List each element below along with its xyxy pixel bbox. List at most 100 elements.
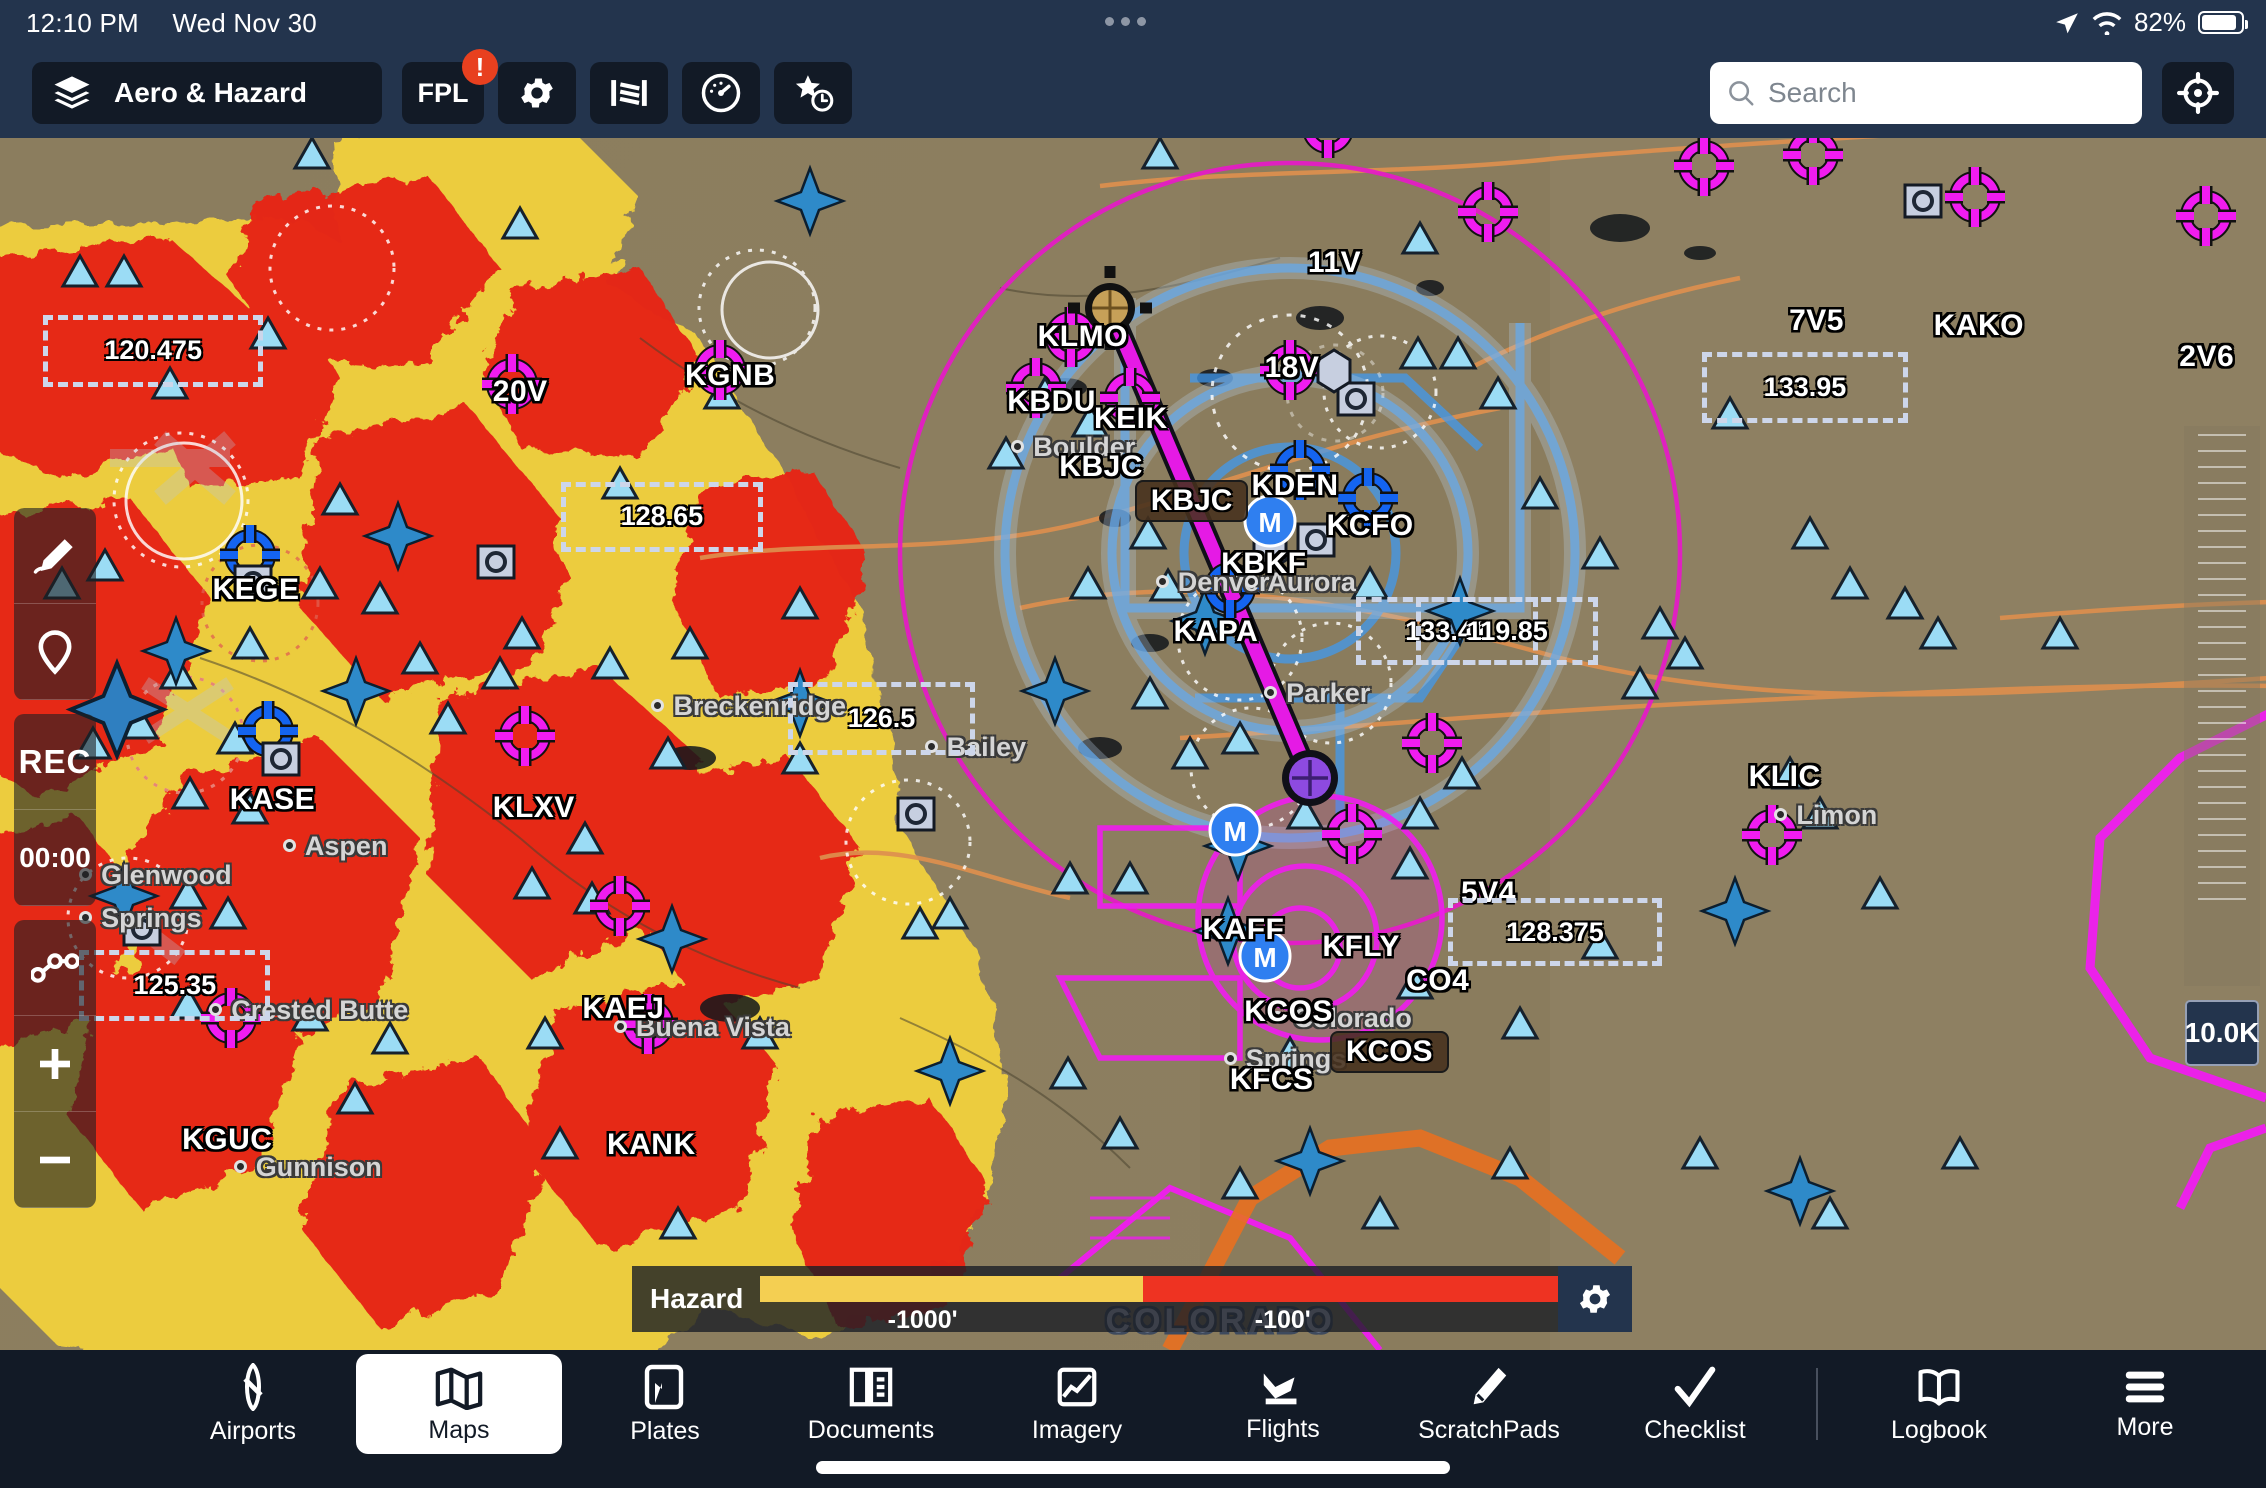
altitude-tick xyxy=(2198,770,2246,772)
tab-imagery[interactable]: Imagery xyxy=(974,1354,1180,1454)
airport-label[interactable]: 20V xyxy=(493,375,548,409)
altitude-tick xyxy=(2198,514,2246,516)
pencil-icon xyxy=(1467,1364,1511,1410)
status-bar-right: 82% xyxy=(2054,7,2248,38)
zoom-out-button[interactable] xyxy=(14,1112,96,1208)
airport-label[interactable]: KBJC xyxy=(1059,450,1143,484)
waypoint-callout[interactable]: KCOS xyxy=(1329,1030,1449,1073)
bottom-tab-bar: Airports Maps Plates Documents Imagery Flight… xyxy=(0,1350,2266,1488)
pencil-draw-icon xyxy=(32,534,78,578)
airport-label[interactable]: KFLY xyxy=(1322,930,1400,964)
search-input[interactable] xyxy=(1768,77,2108,109)
tab-logbook[interactable]: Logbook xyxy=(1836,1354,2042,1454)
locate-me-button[interactable] xyxy=(2162,62,2234,124)
frequency-box: 125.35 xyxy=(79,949,271,1021)
altitude-tick xyxy=(2198,690,2246,692)
map-canvas[interactable]: M M M COLORADOGlenwoodSpringsAspenBrecke… xyxy=(0,138,2266,1350)
route-tool-button[interactable] xyxy=(14,920,96,1016)
tab-scratchpads[interactable]: ScratchPads xyxy=(1386,1354,1592,1454)
map-pin-icon xyxy=(35,629,75,675)
airport-label[interactable]: KEIK xyxy=(1094,402,1168,436)
altitude-tick xyxy=(2198,898,2246,900)
tab-label: Checklist xyxy=(1644,1415,1746,1444)
frequency-box: 119.85 xyxy=(1416,596,1599,666)
altitude-slider[interactable]: 10.0K xyxy=(2184,426,2260,1066)
runway-wind-button[interactable] xyxy=(590,62,668,124)
plate-page-icon xyxy=(643,1363,687,1411)
crosshair-target-icon xyxy=(2177,72,2219,114)
airport-label[interactable]: KLIC xyxy=(1749,760,1821,794)
hazard-legend-title: Hazard xyxy=(650,1283,744,1314)
speedometer-icon xyxy=(700,72,742,114)
draw-tool-button[interactable] xyxy=(14,508,96,604)
altitude-value: 10.0K xyxy=(2185,1000,2259,1066)
multitask-dots[interactable] xyxy=(1105,17,1146,26)
recorder-group: REC 00:00 xyxy=(14,714,96,906)
aviation-map-app: 12:10 PM Wed Nov 30 82% Aero & Hazard FP… xyxy=(0,0,2266,1488)
altitude-tick xyxy=(2198,658,2246,660)
airport-label[interactable]: KANK xyxy=(607,1128,696,1162)
airport-label[interactable]: KAKO xyxy=(1934,309,2024,343)
frequency-box: 128.65 xyxy=(560,481,764,553)
airport-label[interactable]: 11V xyxy=(1308,246,1361,280)
altitude-tick xyxy=(2198,706,2246,708)
layers-label: Aero & Hazard xyxy=(114,77,307,108)
airport-label[interactable]: KAFF xyxy=(1202,913,1284,947)
hazard-settings-button[interactable] xyxy=(1558,1266,1632,1332)
hazard-bar-low xyxy=(760,1276,1144,1302)
tab-maps[interactable]: Maps xyxy=(356,1354,562,1454)
city-label: Limon xyxy=(1796,800,1878,831)
airport-label[interactable]: KFCS xyxy=(1230,1063,1314,1097)
airport-label[interactable]: KDEN xyxy=(1252,469,1339,503)
airport-label[interactable]: KLXV xyxy=(493,791,575,825)
airport-label[interactable]: KGNB xyxy=(685,359,775,393)
city-label: Parker xyxy=(1286,678,1371,709)
airport-label[interactable]: KBKF xyxy=(1221,547,1306,581)
fpl-button[interactable]: FPL ! xyxy=(402,49,498,124)
frequency-box: 120.475 xyxy=(43,314,263,388)
hazard-gradient: -1000' -100' xyxy=(760,1266,1558,1334)
city-label: Springs xyxy=(101,902,202,933)
recents-favorites-button[interactable] xyxy=(774,62,852,124)
tab-plates[interactable]: Plates xyxy=(562,1354,768,1454)
airport-label[interactable]: 7V5 xyxy=(1789,304,1844,338)
drop-pin-button[interactable] xyxy=(14,604,96,700)
airport-label[interactable]: KASE xyxy=(230,783,315,817)
record-button[interactable]: REC xyxy=(14,714,96,810)
map-settings-button[interactable] xyxy=(498,62,576,124)
altitude-tick xyxy=(2198,530,2246,532)
tab-more[interactable]: More xyxy=(2042,1354,2248,1454)
layers-icon xyxy=(52,73,92,113)
airport-label[interactable]: KEGE xyxy=(212,573,299,607)
search-box[interactable] xyxy=(1710,62,2142,124)
tools-group-2 xyxy=(14,920,96,1208)
airport-label[interactable]: KLMO xyxy=(1038,320,1128,354)
altitude-ticks xyxy=(2198,434,2246,978)
search-icon xyxy=(1726,78,1756,108)
zoom-in-button[interactable] xyxy=(14,1016,96,1112)
instruments-button[interactable] xyxy=(682,62,760,124)
airport-label[interactable]: CO4 xyxy=(1406,964,1469,998)
waypoint-callout[interactable]: KBJC xyxy=(1134,479,1249,522)
airport-label[interactable]: KCOS xyxy=(1244,995,1333,1029)
altitude-tick xyxy=(2198,450,2246,452)
airport-label[interactable]: KGUC xyxy=(182,1123,272,1157)
airport-label[interactable]: KAPA xyxy=(1173,615,1258,649)
tab-list: Airports Maps Plates Documents Imagery Flight… xyxy=(0,1350,2266,1454)
tab-checklist[interactable]: Checklist xyxy=(1592,1354,1798,1454)
home-indicator[interactable] xyxy=(816,1461,1450,1474)
tab-flights[interactable]: Flights xyxy=(1180,1354,1386,1454)
airport-label[interactable]: 2V6 xyxy=(2179,340,2234,374)
airport-label[interactable]: KBDU xyxy=(1007,385,1096,419)
ios-status-bar: 12:10 PM Wed Nov 30 82% xyxy=(0,0,2266,46)
airport-label[interactable]: KAEJ xyxy=(582,992,664,1026)
airport-label[interactable]: KCFO xyxy=(1327,509,1414,543)
tab-label: Maps xyxy=(428,1415,490,1444)
battery-icon xyxy=(2198,11,2248,34)
location-arrow-icon xyxy=(2054,10,2080,36)
tab-documents[interactable]: Documents xyxy=(768,1354,974,1454)
layers-button[interactable]: Aero & Hazard xyxy=(32,62,382,124)
altitude-tick xyxy=(2198,466,2246,468)
tab-airports[interactable]: Airports xyxy=(150,1354,356,1454)
airport-label[interactable]: 18V xyxy=(1265,351,1320,385)
